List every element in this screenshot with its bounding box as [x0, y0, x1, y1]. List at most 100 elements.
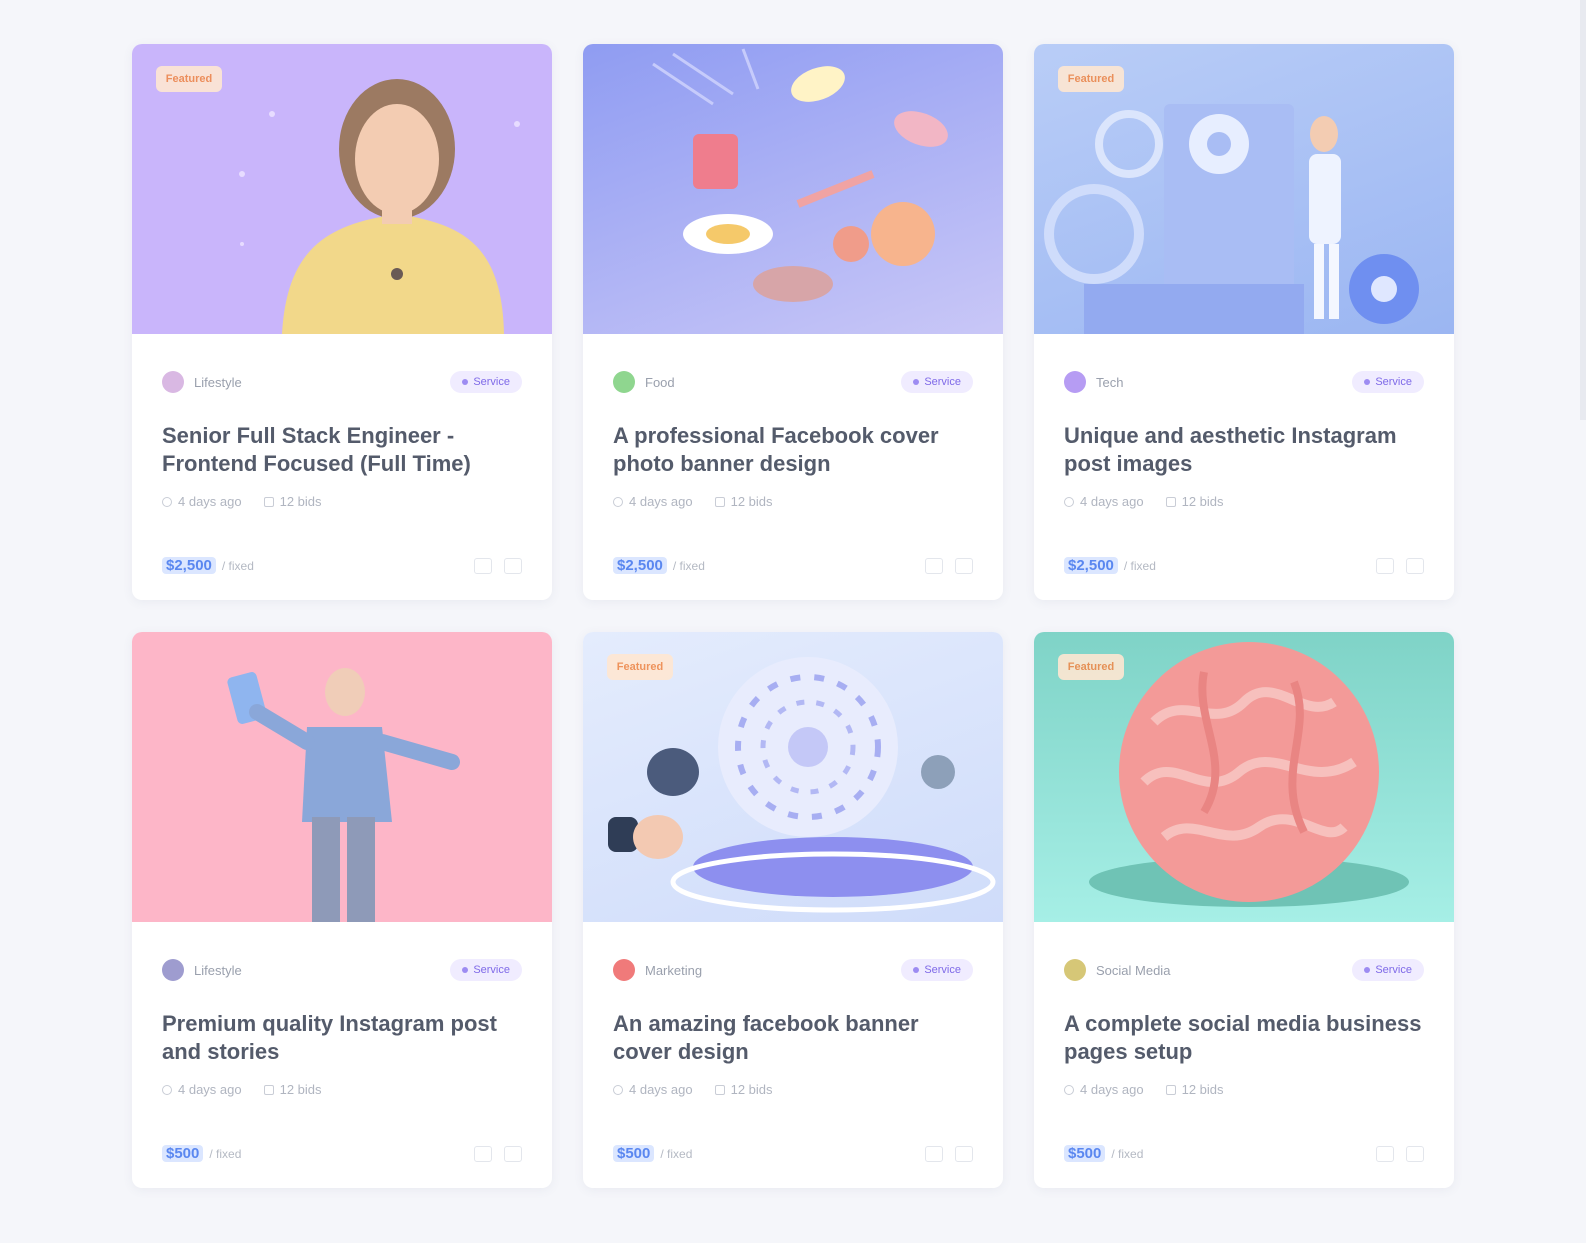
- bid-count-label: 12 bids: [1181, 494, 1224, 509]
- listing-grid: Featured Lifestyle Service Senior Full S…: [132, 44, 1454, 1188]
- author-name: Marketing: [645, 962, 703, 978]
- share-icon[interactable]: [955, 557, 973, 574]
- bid-count: 12 bids: [263, 494, 322, 509]
- bookmark-icon[interactable]: [474, 1145, 492, 1162]
- price-unit: / fixed: [660, 1147, 693, 1161]
- bid-count-label: 12 bids: [730, 1082, 773, 1097]
- posted-time-label: 4 days ago: [629, 1082, 693, 1097]
- featured-badge: Featured: [1058, 654, 1124, 680]
- card-title[interactable]: A professional Facebook cover photo bann…: [613, 422, 973, 478]
- price-unit: / fixed: [672, 559, 705, 573]
- price-unit: / fixed: [209, 1147, 242, 1161]
- bid-icon: [1165, 1084, 1176, 1095]
- bid-count: 12 bids: [1165, 494, 1224, 509]
- bookmark-icon[interactable]: [1376, 1145, 1394, 1162]
- bid-count-label: 12 bids: [279, 494, 322, 509]
- author-avatar: [1064, 371, 1086, 393]
- category-label: Service: [473, 964, 510, 976]
- category-label: Service: [1375, 964, 1412, 976]
- author-name: Social Media: [1096, 962, 1171, 978]
- posted-time-label: 4 days ago: [1080, 494, 1144, 509]
- author-info[interactable]: Lifestyle: [162, 371, 242, 393]
- category-pill[interactable]: Service: [901, 959, 973, 981]
- price-amount: $2,500: [1064, 557, 1118, 574]
- bid-count: 12 bids: [714, 1082, 773, 1097]
- dot-icon: [913, 967, 920, 973]
- category-pill[interactable]: Service: [901, 371, 973, 393]
- listing-card[interactable]: Featured Lifestyle Service Senior Full S…: [132, 44, 552, 600]
- clock-icon: [613, 1084, 623, 1095]
- featured-badge: Featured: [156, 66, 222, 92]
- bid-count-label: 12 bids: [1181, 1082, 1224, 1097]
- category-label: Service: [924, 376, 961, 388]
- author-info[interactable]: Marketing: [613, 959, 702, 981]
- category-pill[interactable]: Service: [450, 371, 522, 393]
- man-with-phone-illustration: [227, 668, 460, 922]
- share-icon[interactable]: [955, 1145, 973, 1162]
- category-label: Service: [473, 376, 510, 388]
- share-icon[interactable]: [504, 557, 522, 574]
- bookmark-icon[interactable]: [925, 1145, 943, 1162]
- bookmark-icon[interactable]: [1376, 557, 1394, 574]
- category-pill[interactable]: Service: [450, 959, 522, 981]
- dot-icon: [1364, 379, 1371, 385]
- card-thumbnail: [132, 632, 552, 922]
- price-unit: / fixed: [1123, 559, 1156, 573]
- author-avatar: [613, 371, 635, 393]
- bookmark-icon[interactable]: [925, 557, 943, 574]
- author-avatar: [613, 959, 635, 981]
- category-pill[interactable]: Service: [1352, 371, 1424, 393]
- card-thumbnail: [583, 44, 1003, 334]
- card-title[interactable]: Senior Full Stack Engineer - Frontend Fo…: [162, 422, 522, 478]
- listing-card[interactable]: Featured Social Media Service A complete…: [1034, 632, 1454, 1188]
- featured-badge: Featured: [607, 654, 673, 680]
- posted-time: 4 days ago: [613, 494, 693, 509]
- listing-card[interactable]: Featured Marketing Service An amazing fa…: [583, 632, 1003, 1188]
- bid-count: 12 bids: [1165, 1082, 1224, 1097]
- posted-time-label: 4 days ago: [629, 494, 693, 509]
- author-info[interactable]: Social Media: [1064, 959, 1170, 981]
- price: $2,500 / fixed: [613, 557, 705, 574]
- clock-icon: [162, 1084, 172, 1095]
- dot-icon: [913, 379, 920, 385]
- posted-time: 4 days ago: [162, 1082, 242, 1097]
- scrollbar[interactable]: [1580, 0, 1586, 420]
- bookmark-icon[interactable]: [474, 557, 492, 574]
- author-info[interactable]: Food: [613, 371, 675, 393]
- bid-count: 12 bids: [263, 1082, 322, 1097]
- clock-icon: [1064, 1084, 1074, 1095]
- card-title[interactable]: A complete social media business pages s…: [1064, 1010, 1424, 1066]
- author-name: Lifestyle: [194, 374, 242, 390]
- author-info[interactable]: Lifestyle: [162, 959, 242, 981]
- card-title[interactable]: Premium quality Instagram post and stori…: [162, 1010, 522, 1066]
- listing-card[interactable]: Lifestyle Service Premium quality Instag…: [132, 632, 552, 1188]
- category-pill[interactable]: Service: [1352, 959, 1424, 981]
- bid-icon: [714, 1084, 725, 1095]
- posted-time-label: 4 days ago: [1080, 1082, 1144, 1097]
- dot-icon: [462, 379, 469, 385]
- clock-icon: [1064, 496, 1074, 507]
- bid-icon: [263, 1084, 274, 1095]
- share-icon[interactable]: [504, 1145, 522, 1162]
- listing-card[interactable]: Food Service A professional Facebook cov…: [583, 44, 1003, 600]
- author-avatar: [162, 959, 184, 981]
- card-title[interactable]: An amazing facebook banner cover design: [613, 1010, 973, 1066]
- price-amount: $500: [613, 1145, 655, 1162]
- share-icon[interactable]: [1406, 1145, 1424, 1162]
- posted-time: 4 days ago: [162, 494, 242, 509]
- share-icon[interactable]: [1406, 557, 1424, 574]
- bid-icon: [714, 496, 725, 507]
- listing-card[interactable]: Featured Tech Service Unique and aesthet…: [1034, 44, 1454, 600]
- posted-time: 4 days ago: [1064, 494, 1144, 509]
- author-info[interactable]: Tech: [1064, 371, 1123, 393]
- card-thumbnail: Featured: [1034, 632, 1454, 922]
- price: $2,500 / fixed: [162, 557, 254, 574]
- card-thumbnail: Featured: [1034, 44, 1454, 334]
- price: $2,500 / fixed: [1064, 557, 1156, 574]
- dot-icon: [1364, 967, 1371, 973]
- card-title[interactable]: Unique and aesthetic Instagram post imag…: [1064, 422, 1424, 478]
- category-label: Service: [1375, 376, 1412, 388]
- posted-time: 4 days ago: [1064, 1082, 1144, 1097]
- bid-count-label: 12 bids: [730, 494, 773, 509]
- bid-icon: [1165, 496, 1176, 507]
